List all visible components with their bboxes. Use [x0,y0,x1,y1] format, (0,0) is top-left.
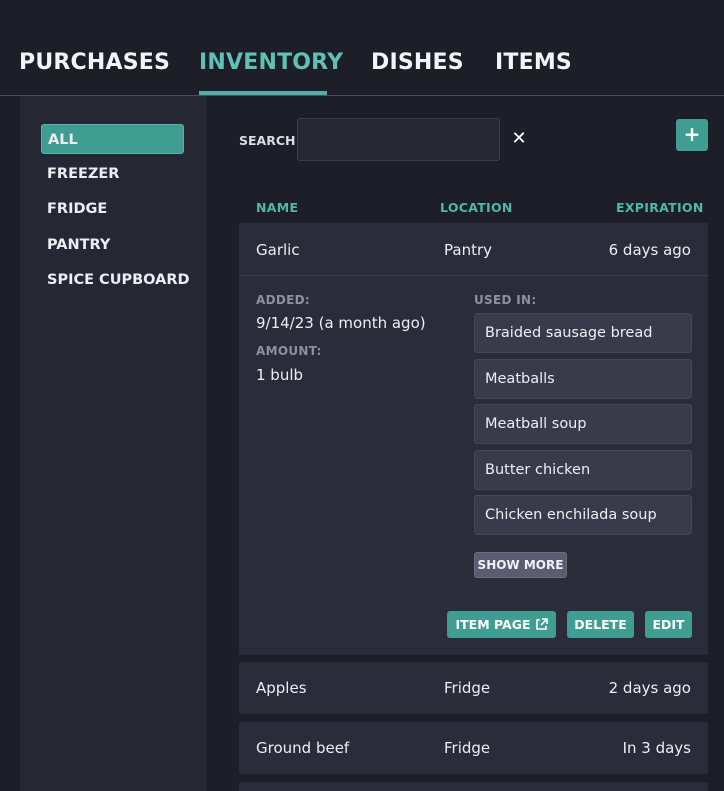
item-page-label: ITEM PAGE [455,617,531,632]
used-in-dish[interactable]: Meatballs [474,359,692,399]
added-label: ADDED: [256,293,310,307]
active-tab-indicator [199,91,327,95]
row-name[interactable]: Garlic [256,241,300,259]
add-item-button[interactable]: + [676,119,708,151]
edit-button[interactable]: EDIT [645,611,692,638]
tab-dishes[interactable]: DISHES [371,50,464,75]
delete-button[interactable]: DELETE [567,611,634,638]
search-label: SEARCH [239,133,296,148]
location-sidebar: ALL FREEZER FRIDGE PANTRY SPICE CUPBOARD [20,96,206,791]
used-in-dish[interactable]: Braided sausage bread [474,313,692,353]
row-location: Pantry [444,241,492,259]
clear-search-icon[interactable]: ✕ [509,129,529,149]
used-in-dish[interactable]: Chicken enchilada soup [474,495,692,535]
sidebar-item-all[interactable]: ALL [41,124,184,154]
tab-purchases[interactable]: PURCHASES [19,50,170,75]
external-link-icon [535,617,548,630]
added-value: 9/14/23 (a month ago) [256,314,426,332]
table-row[interactable]: Apples Fridge 2 days ago [239,662,708,714]
row-name: Ground beef [256,739,350,757]
amount-label: AMOUNT: [256,344,322,358]
sidebar-item-freezer[interactable]: FREEZER [41,159,184,189]
expanded-inventory-row: Garlic Pantry 6 days ago ADDED: 9/14/23 … [239,223,708,655]
used-in-dish[interactable]: Butter chicken [474,450,692,490]
row-expiration: In 3 days [622,739,691,757]
left-rail [0,96,20,791]
tab-items[interactable]: ITEMS [495,50,572,75]
row-name: Apples [256,679,307,697]
item-page-button[interactable]: ITEM PAGE [447,611,556,638]
table-row[interactable]: Ground beef Fridge In 3 days [239,722,708,774]
tab-inventory[interactable]: INVENTORY [199,50,343,75]
column-header-name[interactable]: NAME [256,200,298,215]
row-location: Fridge [444,739,491,757]
table-row[interactable] [239,782,708,791]
row-expiration: 6 days ago [608,241,691,259]
column-header-expiration[interactable]: EXPIRATION [616,200,704,215]
top-nav: PURCHASES INVENTORY DISHES ITEMS [0,0,724,96]
amount-value: 1 bulb [256,366,304,384]
show-more-button[interactable]: SHOW MORE [474,552,567,578]
sidebar-item-pantry[interactable]: PANTRY [41,230,184,260]
row-expiration: 2 days ago [608,679,691,697]
row-divider [239,275,708,276]
used-in-dish[interactable]: Meatball soup [474,404,692,444]
sidebar-item-spice-cupboard[interactable]: SPICE CUPBOARD [41,265,190,295]
sidebar-item-fridge[interactable]: FRIDGE [41,194,184,224]
row-location: Fridge [444,679,491,697]
search-input[interactable] [297,118,500,161]
used-in-label: USED IN: [474,293,537,307]
column-header-location[interactable]: LOCATION [440,200,513,215]
